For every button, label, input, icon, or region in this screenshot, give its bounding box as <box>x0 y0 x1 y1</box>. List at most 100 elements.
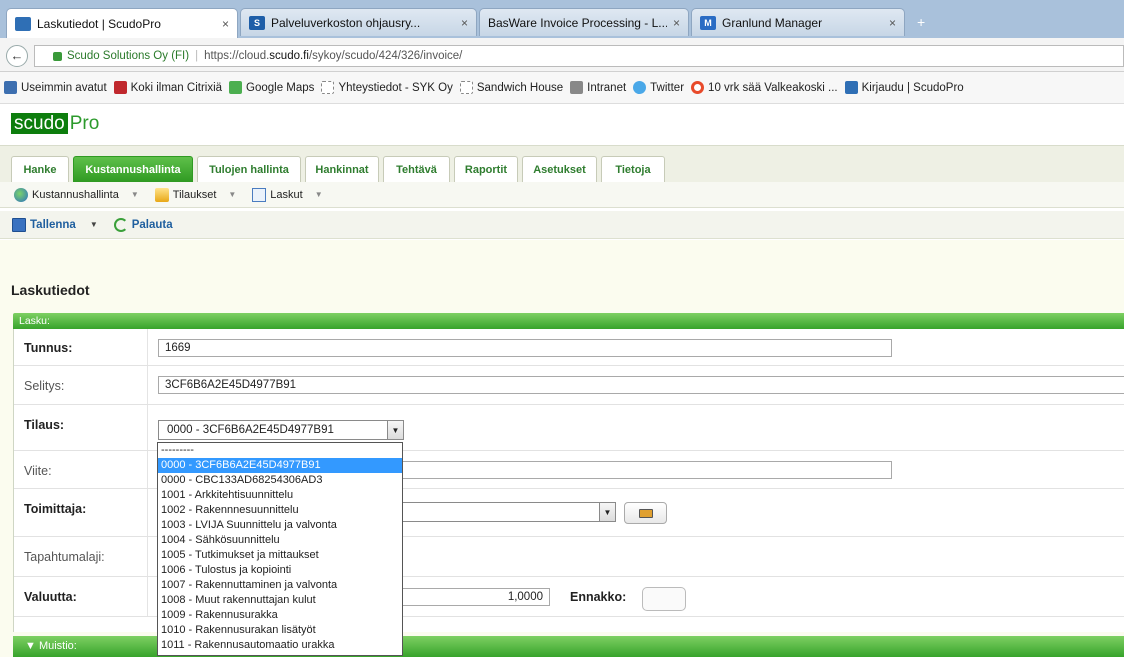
submenu-laskut[interactable]: Laskut ▼ <box>252 187 323 202</box>
close-icon[interactable]: × <box>673 16 680 30</box>
document-icon <box>252 187 267 202</box>
chevron-down-icon[interactable]: ▼ <box>131 190 139 199</box>
bookmark-item[interactable]: Intranet <box>570 81 626 94</box>
bookmark-label: Google Maps <box>246 81 315 94</box>
submenu-label: Laskut <box>270 188 303 201</box>
chevron-down-icon[interactable]: ▼ <box>387 421 403 439</box>
site-identity[interactable]: Scudo Solutions Oy (FI) <box>67 50 189 62</box>
twitter-icon <box>633 81 647 94</box>
tab-hankinnat[interactable]: Hankinnat <box>305 156 379 182</box>
bookmark-item[interactable]: Sandwich House <box>459 81 563 94</box>
dropdown-option[interactable]: 1005 - Tutkimukset ja mittaukset <box>158 548 402 563</box>
browser-nav-bar: ← Scudo Solutions Oy (FI) | https://clou… <box>0 38 1124 72</box>
close-icon[interactable]: × <box>889 16 896 30</box>
panel-header: Lasku: <box>13 313 1124 329</box>
bookmark-label: Yhteystiedot - SYK Oy <box>338 81 453 94</box>
tilaus-dropdown-list[interactable]: --------- 0000 - 3CF6B6A2E45D4977B91 000… <box>157 442 403 656</box>
bookmark-icon <box>4 81 17 94</box>
tab-kustannushallinta[interactable]: Kustannushallinta <box>73 156 193 182</box>
dropdown-option[interactable]: 1008 - Muut rakennuttajan kulut <box>158 593 402 608</box>
exchange-rate-input[interactable]: 1,0000 <box>394 588 550 606</box>
weather-icon <box>691 81 705 94</box>
action-toolbar: Tallenna ▼ Palauta <box>0 211 1124 239</box>
dropdown-option[interactable]: 1001 - Arkkitehtisuunnittelu <box>158 488 402 503</box>
supplier-lookup-button[interactable] <box>624 502 667 524</box>
tab-asetukset[interactable]: Asetukset <box>522 156 597 182</box>
address-bar[interactable]: Scudo Solutions Oy (FI) | https://cloud.… <box>34 45 1124 67</box>
tilaus-label: Tilaus: <box>24 418 65 432</box>
globe-icon <box>14 187 28 202</box>
bookmark-label: Kirjaudu | ScudoPro <box>861 81 964 94</box>
column-divider <box>147 451 148 488</box>
ennakko-label: Ennakko: <box>570 590 627 604</box>
bookmark-label: Twitter <box>650 81 685 94</box>
chevron-down-icon[interactable]: ▼ <box>599 503 615 521</box>
undo-icon <box>113 217 128 232</box>
browser-tab-basware[interactable]: BasWare Invoice Processing - L... × <box>479 8 689 36</box>
bookmark-label: 10 vrk sää Valkeakoski ... <box>708 81 838 94</box>
dropdown-option[interactable]: --------- <box>158 443 402 458</box>
submenu-label: Kustannushallinta <box>32 188 119 201</box>
bookmark-item[interactable]: Koki ilman Citrixiä <box>113 81 222 94</box>
dropdown-option[interactable]: 1003 - LVIJA Suunnittelu ja valvonta <box>158 518 402 533</box>
restore-button[interactable]: Palauta <box>113 217 173 232</box>
browser-tab-label: Granlund Manager <box>722 15 823 30</box>
toimittaja-label: Toimittaja: <box>24 502 87 516</box>
dropdown-option[interactable]: 1011 - Rakennusautomaatio urakka <box>158 638 402 653</box>
column-divider <box>147 405 148 450</box>
bookmark-label: Useimmin avatut <box>21 81 107 94</box>
back-button[interactable]: ← <box>6 45 28 67</box>
browser-tab-granlund[interactable]: M Granlund Manager × <box>691 8 905 36</box>
chevron-down-icon[interactable]: ▼ <box>90 220 98 229</box>
column-divider <box>147 489 148 536</box>
browser-tab-label: Palveluverkoston ohjausry... <box>271 15 421 30</box>
submenu-label: Tilaukset <box>172 188 217 201</box>
bookmark-icon <box>570 81 584 94</box>
bookmark-item[interactable]: Twitter <box>633 81 684 94</box>
dropdown-option-selected[interactable]: 0000 - 3CF6B6A2E45D4977B91 <box>158 458 402 473</box>
bookmark-label: Intranet <box>587 81 627 94</box>
close-icon[interactable]: × <box>222 17 229 31</box>
dropdown-option[interactable]: 1009 - Rakennusurakka <box>158 608 402 623</box>
tab-hanke[interactable]: Hanke <box>11 156 69 182</box>
scudo-favicon-icon <box>15 16 31 31</box>
browser-tab-palveluverkosto[interactable]: S Palveluverkoston ohjausry... × <box>240 8 477 36</box>
tapahtumalaji-label: Tapahtumalaji: <box>24 550 105 564</box>
tab-tehtava[interactable]: Tehtävä <box>383 156 450 182</box>
tab-tulojen-hallinta[interactable]: Tulojen hallinta <box>197 156 301 182</box>
dropdown-option[interactable]: 1004 - Sähkösuunnittelu <box>158 533 402 548</box>
close-icon[interactable]: × <box>461 16 468 30</box>
tab-raportit[interactable]: Raportit <box>454 156 518 182</box>
scudopro-logo[interactable]: scudo Pro <box>11 113 99 135</box>
browser-tab-strip: Laskutiedot | ScudoPro × S Palveluverkos… <box>0 0 1124 38</box>
tunnus-input[interactable]: 1669 <box>158 339 892 357</box>
bookmark-item[interactable]: Kirjaudu | ScudoPro <box>844 81 964 94</box>
bookmark-icon <box>229 81 243 94</box>
dropdown-option[interactable]: 1007 - Rakennuttaminen ja valvonta <box>158 578 402 593</box>
dropdown-option[interactable]: 1006 - Tulostus ja kopiointi <box>158 563 402 578</box>
dropdown-option[interactable]: 1010 - Rakennusurakan lisätyöt <box>158 623 402 638</box>
dropdown-option[interactable]: 1002 - Rakennnesuunnittelu <box>158 503 402 518</box>
valuutta-label: Valuutta: <box>24 590 77 604</box>
restore-label: Palauta <box>131 218 173 231</box>
tilaus-select[interactable]: 0000 - 3CF6B6A2E45D4977B91 ▼ <box>158 420 404 440</box>
selitys-input[interactable]: 3CF6B6A2E45D4977B91 <box>158 376 1124 394</box>
tilaus-selected-value: 0000 - 3CF6B6A2E45D4977B91 <box>167 424 334 436</box>
bookmark-item[interactable]: Yhteystiedot - SYK Oy <box>321 81 453 94</box>
submenu-tilaukset[interactable]: Tilaukset ▼ <box>154 187 236 202</box>
chevron-down-icon[interactable]: ▼ <box>228 190 236 199</box>
chevron-down-icon[interactable]: ▼ <box>315 190 323 199</box>
new-tab-button[interactable]: + <box>917 14 925 30</box>
form-row-tunnus: Tunnus: 1669 <box>14 329 1124 366</box>
ennakko-toggle[interactable] <box>642 587 686 611</box>
bookmark-item[interactable]: Useimmin avatut <box>4 81 107 94</box>
browser-tab-laskutiedot[interactable]: Laskutiedot | ScudoPro × <box>6 8 238 38</box>
bookmark-item[interactable]: 10 vrk sää Valkeakoski ... <box>691 81 838 94</box>
submenu-kustannushallinta[interactable]: Kustannushallinta ▼ <box>14 187 139 202</box>
bookmark-item[interactable]: Google Maps <box>229 81 314 94</box>
url-domain: scudo.fi <box>269 50 309 62</box>
save-button[interactable]: Tallenna <box>12 217 76 232</box>
tab-tietoja[interactable]: Tietoja <box>601 156 665 182</box>
dropdown-option[interactable]: 0000 - CBC133AD68254306AD3 <box>158 473 402 488</box>
save-label: Tallenna <box>30 218 76 231</box>
